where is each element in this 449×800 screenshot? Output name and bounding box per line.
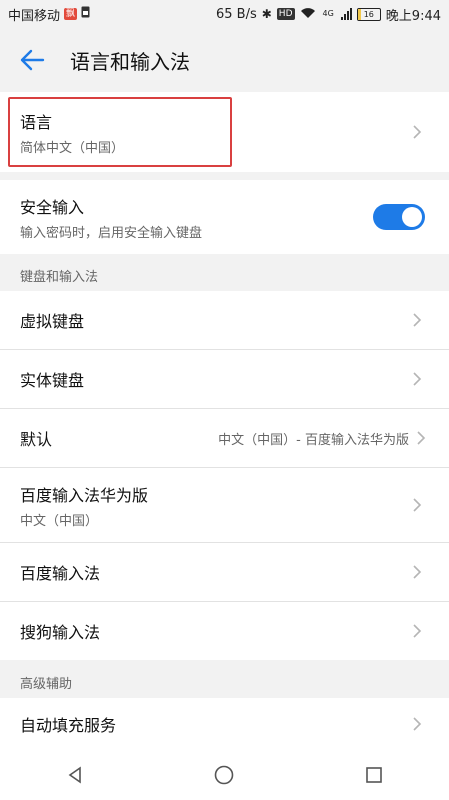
hd-icon: HD <box>276 8 295 20</box>
network-type: 4G <box>322 9 334 18</box>
triangle-back-icon <box>68 766 81 784</box>
default-input-value: 中文（中国）- 百度输入法华为版 <box>218 432 409 448</box>
autofill-row[interactable]: 自动填充服务 <box>0 698 449 750</box>
language-label: 语言 <box>20 112 53 132</box>
secure-input-section: 安全输入 输入密码时，启用安全输入键盘 <box>0 180 449 254</box>
clock: 晚上9:44 <box>385 8 441 24</box>
nav-home-button[interactable] <box>194 755 254 795</box>
chevron-right-icon <box>415 430 427 446</box>
battery-icon: 16 <box>356 7 381 21</box>
sim-icon <box>81 6 90 22</box>
language-section: 语言 简体中文（中国） <box>0 92 449 172</box>
square-recents-icon <box>366 767 382 783</box>
secure-input-desc: 输入密码时，启用安全输入键盘 <box>20 225 203 241</box>
physical-keyboard-label: 实体键盘 <box>20 371 85 390</box>
sogou-input-row[interactable]: 搜狗输入法 <box>0 602 449 660</box>
page-title: 语言和输入法 <box>70 49 190 74</box>
baidu-input-row[interactable]: 百度输入法 <box>0 543 449 602</box>
circle-home-icon <box>215 765 234 785</box>
back-button[interactable] <box>12 40 52 80</box>
language-value: 简体中文（中国） <box>20 140 125 156</box>
arrow-left-icon <box>20 49 45 71</box>
keyboards-section: 虚拟键盘 实体键盘 默认 中文（中国）- 百度输入法华为版 百度输入法华为版 中… <box>0 291 449 660</box>
nav-back-button[interactable] <box>45 755 105 795</box>
nav-recents-button[interactable] <box>344 755 404 795</box>
secure-input-label: 安全输入 <box>20 197 85 217</box>
baidu-huawei-sub: 中文（中国） <box>20 513 99 529</box>
advanced-section-header: 高级辅助 <box>20 677 73 692</box>
baidu-huawei-label: 百度输入法华为版 <box>20 485 149 505</box>
battery-level: 16 <box>363 9 374 19</box>
chevron-right-icon <box>407 623 427 639</box>
toggle-knob <box>402 207 422 227</box>
chevron-right-icon <box>407 497 427 513</box>
autofill-label: 自动填充服务 <box>20 716 117 735</box>
secure-input-row[interactable]: 安全输入 输入密码时，启用安全输入键盘 <box>0 180 449 254</box>
status-bar: 中国移动 飘 65 B/s ✱ HD 4G 16 晚上9:44 <box>0 0 449 28</box>
baidu-input-label: 百度输入法 <box>20 564 101 583</box>
notification-icon: 飘 <box>64 8 78 20</box>
default-input-label: 默认 <box>20 430 53 449</box>
chevron-right-icon <box>407 371 427 387</box>
app-header: 语言和输入法 <box>0 28 449 92</box>
wifi-icon <box>300 7 316 22</box>
keyboards-section-header: 键盘和输入法 <box>20 270 99 285</box>
chevron-right-icon <box>407 564 427 580</box>
chevron-right-icon <box>407 312 427 328</box>
virtual-keyboard-row[interactable]: 虚拟键盘 <box>0 291 449 350</box>
advanced-section: 自动填充服务 <box>0 698 449 750</box>
default-input-row[interactable]: 默认 中文（中国）- 百度输入法华为版 <box>0 409 449 468</box>
language-row[interactable]: 语言 简体中文（中国） <box>0 92 449 172</box>
virtual-keyboard-label: 虚拟键盘 <box>20 312 85 331</box>
baidu-huawei-row[interactable]: 百度输入法华为版 中文（中国） <box>0 468 449 543</box>
physical-keyboard-row[interactable]: 实体键盘 <box>0 350 449 409</box>
network-speed: 65 B/s <box>215 6 257 22</box>
chevron-right-icon <box>407 124 427 140</box>
secure-input-toggle[interactable] <box>373 204 425 230</box>
sogou-input-label: 搜狗输入法 <box>20 623 101 642</box>
bluetooth-icon: ✱ <box>261 7 272 21</box>
signal-icon <box>340 8 352 20</box>
navigation-bar <box>0 750 449 800</box>
chevron-right-icon <box>407 716 427 732</box>
carrier-label: 中国移动 <box>8 8 61 24</box>
